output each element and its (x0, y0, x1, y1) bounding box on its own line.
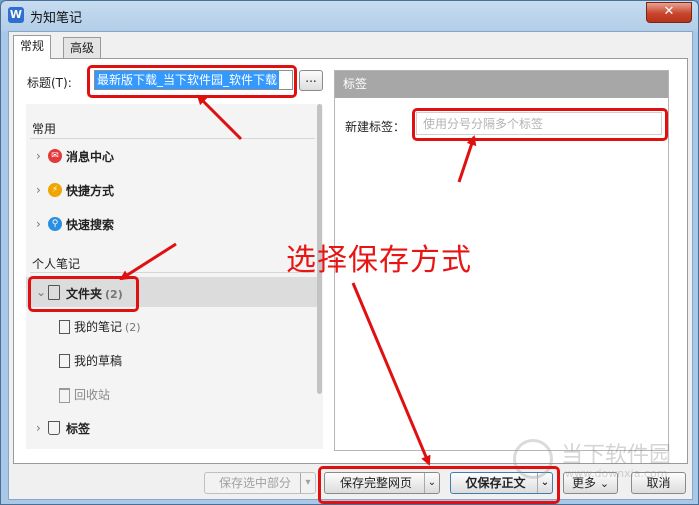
tab-advanced[interactable]: 高级 (63, 37, 102, 58)
tree-item-label: 我的笔记 (2) (74, 318, 141, 335)
tree-item-label: 标签 (66, 422, 91, 436)
new-tag-label: 新建标签： (345, 120, 406, 134)
common-section-header: 常用 (32, 122, 57, 136)
browse-button[interactable]: ... (299, 70, 323, 91)
tree-item-label: 快速搜索 (66, 218, 115, 232)
quick-search-icon: ⚲ (48, 217, 62, 231)
message-center-icon: ✉ (48, 149, 62, 163)
chevron-down-icon: ⌄ (599, 477, 610, 490)
new-tag-input[interactable]: 使用分号分隔多个标签 (416, 112, 662, 135)
save-selection-dropdown-icon: ▾ (300, 473, 315, 493)
tree-item-shortcut[interactable]: › ⚡ 快捷方式 (26, 176, 317, 204)
title-input-selected-text: 最新版下载_当下软件园_软件下载 (95, 71, 280, 89)
annotation-caption: 选择保存方式 (286, 243, 472, 278)
my-notes-label: 我的笔记 (74, 320, 123, 334)
tree-item-label: 消息中心 (66, 150, 115, 164)
chevron-right-icon[interactable]: › (36, 217, 46, 231)
close-button[interactable]: ✕ (646, 2, 692, 23)
tree-item-folder[interactable]: ⌄ 文件夹 (2) (26, 277, 317, 307)
section-divider (30, 272, 315, 273)
tree-item-recycle-bin[interactable]: 回收站 (26, 380, 317, 408)
tree-item-my-drafts[interactable]: 我的草稿 (26, 346, 317, 374)
save-selection-button: 保存选中部分 ▾ (204, 472, 316, 494)
save-full-page-button[interactable]: 保存完整网页 ⌄ (324, 472, 440, 494)
section-divider (30, 138, 315, 139)
folder-count: (2) (105, 288, 123, 301)
save-body-dropdown-icon[interactable]: ⌄ (537, 473, 552, 493)
more-button[interactable]: 更多 ⌄ (563, 472, 618, 494)
tree-item-label: 文件夹 (2) (66, 285, 123, 302)
tags-panel-header: 标签 (335, 71, 668, 98)
save-full-page-label: 保存完整网页 (339, 476, 412, 490)
shortcut-icon: ⚡ (48, 183, 62, 197)
save-full-dropdown-icon[interactable]: ⌄ (424, 473, 439, 493)
title-field-label: 标题(T): (27, 76, 72, 90)
draft-icon (59, 354, 70, 368)
save-selection-label: 保存选中部分 (218, 476, 291, 490)
chevron-down-icon[interactable]: ⌄ (36, 285, 46, 299)
save-body-only-button[interactable]: 仅保存正文 ⌄ (450, 472, 553, 494)
app-logo-icon: W (8, 7, 24, 23)
tree-item-quick-search[interactable]: › ⚲ 快速搜索 (26, 210, 317, 238)
folder-tree-panel: 常用 › ✉ 消息中心 › ⚡ 快捷方式 › ⚲ 快速搜索 个人笔记 ⌄ 文件夹… (26, 104, 323, 449)
tree-item-label: 快捷方式 (66, 184, 115, 198)
cancel-button[interactable]: 取消 (631, 472, 686, 494)
tag-icon (48, 421, 60, 435)
dialog-window: W 为知笔记 ✕ 常规 高级 标题(T): 最新版下载_当下软件园_软件下载 .… (0, 0, 699, 505)
tree-item-message-center[interactable]: › ✉ 消息中心 (26, 142, 317, 170)
trash-icon (59, 388, 70, 403)
my-notes-count: (2) (125, 321, 141, 334)
note-icon (59, 320, 70, 334)
chevron-right-icon[interactable]: › (36, 149, 46, 163)
window-title: 为知笔记 (30, 11, 83, 26)
personal-notes-header: 个人笔记 (32, 257, 81, 271)
more-label: 更多 (571, 476, 596, 490)
folder-label: 文件夹 (66, 287, 103, 301)
save-body-only-label: 仅保存正文 (465, 476, 526, 490)
tree-item-my-notes[interactable]: 我的笔记 (2) (26, 312, 317, 340)
title-input[interactable]: 最新版下载_当下软件园_软件下载 (94, 70, 293, 90)
tab-general[interactable]: 常规 (13, 35, 52, 59)
tree-item-tags[interactable]: › 标签 (26, 414, 317, 442)
title-bar[interactable]: W 为知笔记 ✕ (1, 1, 698, 29)
tree-item-label: 回收站 (74, 388, 111, 402)
tree-item-label: 我的草稿 (74, 354, 123, 368)
chevron-right-icon[interactable]: › (36, 421, 46, 435)
folder-icon (48, 285, 60, 300)
chevron-right-icon[interactable]: › (36, 183, 46, 197)
